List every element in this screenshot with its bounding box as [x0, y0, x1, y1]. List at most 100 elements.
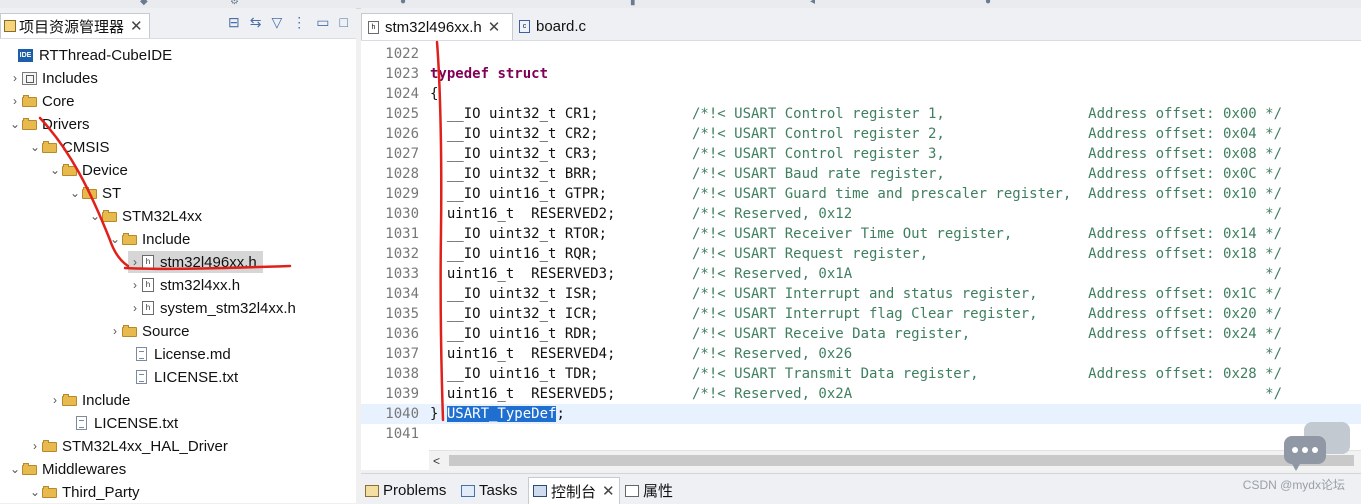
chevron-down-icon[interactable]: ⌄	[8, 117, 22, 131]
toolbar-back-icon[interactable]: ◂	[810, 0, 815, 7]
tree-item-source[interactable]: › Source	[108, 320, 190, 342]
code-comment: /*!< USART Receiver Time Out register, A…	[692, 226, 1283, 242]
code-statement: __IO uint16_t RQR;	[430, 246, 599, 262]
chevron-right-icon[interactable]: ›	[108, 324, 122, 338]
toolbar-settings-icon[interactable]: ⚙	[230, 0, 239, 7]
code-line[interactable]: 1039 uint16_t RESERVED5; /*!< Reserved, 0…	[361, 384, 1361, 404]
explorer-tab-label: 项目资源管理器	[19, 18, 125, 36]
code-comment: /*!< USART Transmit Data register, Addre…	[692, 366, 1283, 382]
code-line[interactable]: 1037 uint16_t RESERVED4; /*!< Reserved, 0…	[361, 344, 1361, 364]
chevron-down-icon[interactable]: ⌄	[8, 462, 22, 476]
tree-item-middlewares[interactable]: ⌄ Middlewares	[8, 458, 126, 480]
bottom-tab-label: 控制台	[551, 483, 597, 501]
code-area[interactable]: 1022 1023 typedef struct 1024 {1025 __IO uin…	[361, 40, 1361, 450]
chevron-down-icon[interactable]: ⌄	[28, 140, 42, 154]
tab-board-c[interactable]: c board.c	[513, 13, 592, 40]
code-line[interactable]: 1025 __IO uint32_t CR1; /*!< USART Contro…	[361, 104, 1361, 124]
toolbar-build-icon[interactable]: ◆	[140, 0, 148, 7]
code-comment: /*!< USART Control register 3, Address o…	[692, 146, 1283, 162]
tab-properties[interactable]: 属性	[621, 477, 677, 504]
tab-project-explorer[interactable]: 项目资源管理器 ✕	[0, 13, 150, 38]
filter-icon[interactable]: ▽	[272, 14, 283, 31]
code-statement: uint16_t RESERVED5;	[430, 386, 616, 402]
code-line[interactable]: 1031 __IO uint32_t RTOR; /*!< USART Recei…	[361, 224, 1361, 244]
chevron-right-icon[interactable]: ›	[28, 439, 42, 453]
tree-item-third-party[interactable]: ⌄ Third_Party	[28, 481, 140, 503]
code-line[interactable]: 1028 __IO uint32_t BRR; /*!< USART Baud r…	[361, 164, 1361, 184]
chat-widget-icon[interactable]	[1282, 420, 1354, 472]
code-line[interactable]: 1041	[361, 424, 1361, 444]
code-line[interactable]: 1024 {	[361, 84, 1361, 104]
editor-tab-label: stm32l496xx.h	[385, 18, 482, 36]
minimize-icon[interactable]: ▭	[316, 14, 329, 31]
tree-item-stm32l4xx-hal-driver[interactable]: › STM32L4xx_HAL_Driver	[28, 435, 228, 457]
code-line[interactable]: 1030 uint16_t RESERVED2; /*!< Reserved, 0…	[361, 204, 1361, 224]
tree-item-rtthread-cubeide[interactable]: IDE RTThread-CubeIDE	[4, 44, 172, 66]
tree-item-label: Drivers	[42, 115, 90, 133]
code-statement: __IO uint32_t ISR;	[430, 286, 599, 302]
chevron-down-icon[interactable]: ⌄	[48, 163, 62, 177]
toolbar-help-icon[interactable]: ●	[985, 0, 991, 7]
maximize-icon[interactable]: □	[340, 14, 348, 31]
chevron-right-icon[interactable]: ›	[128, 255, 142, 269]
tree-item-st[interactable]: ⌄ ST	[68, 182, 121, 204]
chevron-right-icon[interactable]: ›	[128, 278, 142, 292]
view-menu-icon[interactable]: ⋮	[292, 14, 306, 31]
code-statement: __IO uint16_t TDR;	[430, 366, 599, 382]
tab-problems[interactable]: Problems	[361, 477, 450, 504]
code-text: typedef struct	[430, 64, 548, 84]
tree-item-license-md[interactable]: License.md	[122, 343, 231, 365]
close-icon[interactable]: ✕	[488, 18, 501, 36]
code-line[interactable]: 1032 __IO uint16_t RQR; /*!< USART Reques…	[361, 244, 1361, 264]
close-icon[interactable]: ✕	[602, 482, 615, 500]
tree-item-core[interactable]: › Core	[8, 90, 75, 112]
chevron-right-icon[interactable]: ›	[48, 393, 62, 407]
tree-item-includes[interactable]: › Includes	[8, 67, 98, 89]
tree-item-system-stm32l4xx-h[interactable]: › h system_stm32l4xx.h	[128, 297, 296, 319]
scrollbar-thumb[interactable]	[449, 455, 1354, 466]
tab-console[interactable]: 控制台 ✕	[528, 477, 620, 504]
chevron-down-icon[interactable]: ⌄	[68, 186, 82, 200]
tab-stm32l496xx-h[interactable]: h stm32l496xx.h ✕	[361, 13, 513, 40]
chevron-right-icon[interactable]: ›	[128, 301, 142, 315]
code-line[interactable]: 1023 typedef struct	[361, 64, 1361, 84]
tree-item-license-txt[interactable]: LICENSE.txt	[122, 366, 238, 388]
close-icon[interactable]: ✕	[130, 17, 143, 35]
bottom-tab-label: Problems	[383, 482, 447, 499]
code-line[interactable]: 1036 __IO uint16_t RDR; /*!< USART Receiv…	[361, 324, 1361, 344]
chevron-down-icon[interactable]: ⌄	[28, 485, 42, 499]
scroll-left-icon[interactable]: <	[433, 451, 440, 471]
tree-item-stm32l4xx[interactable]: ⌄ STM32L4xx	[88, 205, 202, 227]
toolbar-run-icon[interactable]: ●	[400, 0, 406, 7]
code-line[interactable]: 1033 uint16_t RESERVED3; /*!< Reserved, 0…	[361, 264, 1361, 284]
chevron-down-icon[interactable]: ⌄	[108, 232, 122, 246]
line-number: 1023	[385, 66, 419, 82]
tree-item-include[interactable]: › Include	[48, 389, 130, 411]
tab-tasks[interactable]: Tasks	[457, 477, 521, 504]
code-line[interactable]: 1035 __IO uint32_t ICR; /*!< USART Interr…	[361, 304, 1361, 324]
tree-item-stm32l4xx-h[interactable]: › h stm32l4xx.h	[128, 274, 240, 296]
chevron-right-icon[interactable]: ›	[8, 94, 22, 108]
tree-item-include[interactable]: ⌄ Include	[108, 228, 190, 250]
chevron-down-icon[interactable]: ⌄	[88, 209, 102, 223]
code-text: __IO uint16_t GTPR;	[430, 184, 607, 204]
tree-item-stm32l496xx-h[interactable]: › h stm32l496xx.h	[128, 251, 263, 273]
tree-item-drivers[interactable]: ⌄ Drivers	[8, 113, 90, 135]
horizontal-scrollbar[interactable]: <	[429, 450, 1361, 471]
code-line[interactable]: 1038 __IO uint16_t TDR; /*!< USART Transm…	[361, 364, 1361, 384]
code-line[interactable]: 1029 __IO uint16_t GTPR; /*!< USART Guard…	[361, 184, 1361, 204]
chevron-right-icon[interactable]: ›	[8, 71, 22, 85]
toolbar-edit-icon[interactable]: ▮	[630, 0, 636, 7]
editor-tab-label: board.c	[536, 18, 587, 35]
code-line[interactable]: 1022	[361, 44, 1361, 64]
code-line[interactable]: 1040} USART_TypeDef;	[361, 404, 1361, 424]
code-line[interactable]: 1034 __IO uint32_t ISR; /*!< USART Interr…	[361, 284, 1361, 304]
tree-item-device[interactable]: ⌄ Device	[48, 159, 128, 181]
line-number: 1032	[385, 246, 419, 262]
tree-item-license-txt[interactable]: LICENSE.txt	[62, 412, 178, 434]
code-line[interactable]: 1026 __IO uint32_t CR2; /*!< USART Contro…	[361, 124, 1361, 144]
link-editor-icon[interactable]: ⇆	[250, 14, 262, 31]
code-line[interactable]: 1027 __IO uint32_t CR3; /*!< USART Contro…	[361, 144, 1361, 164]
collapse-all-icon[interactable]: ⊟	[228, 14, 240, 31]
tree-item-cmsis[interactable]: ⌄ CMSIS	[28, 136, 110, 158]
